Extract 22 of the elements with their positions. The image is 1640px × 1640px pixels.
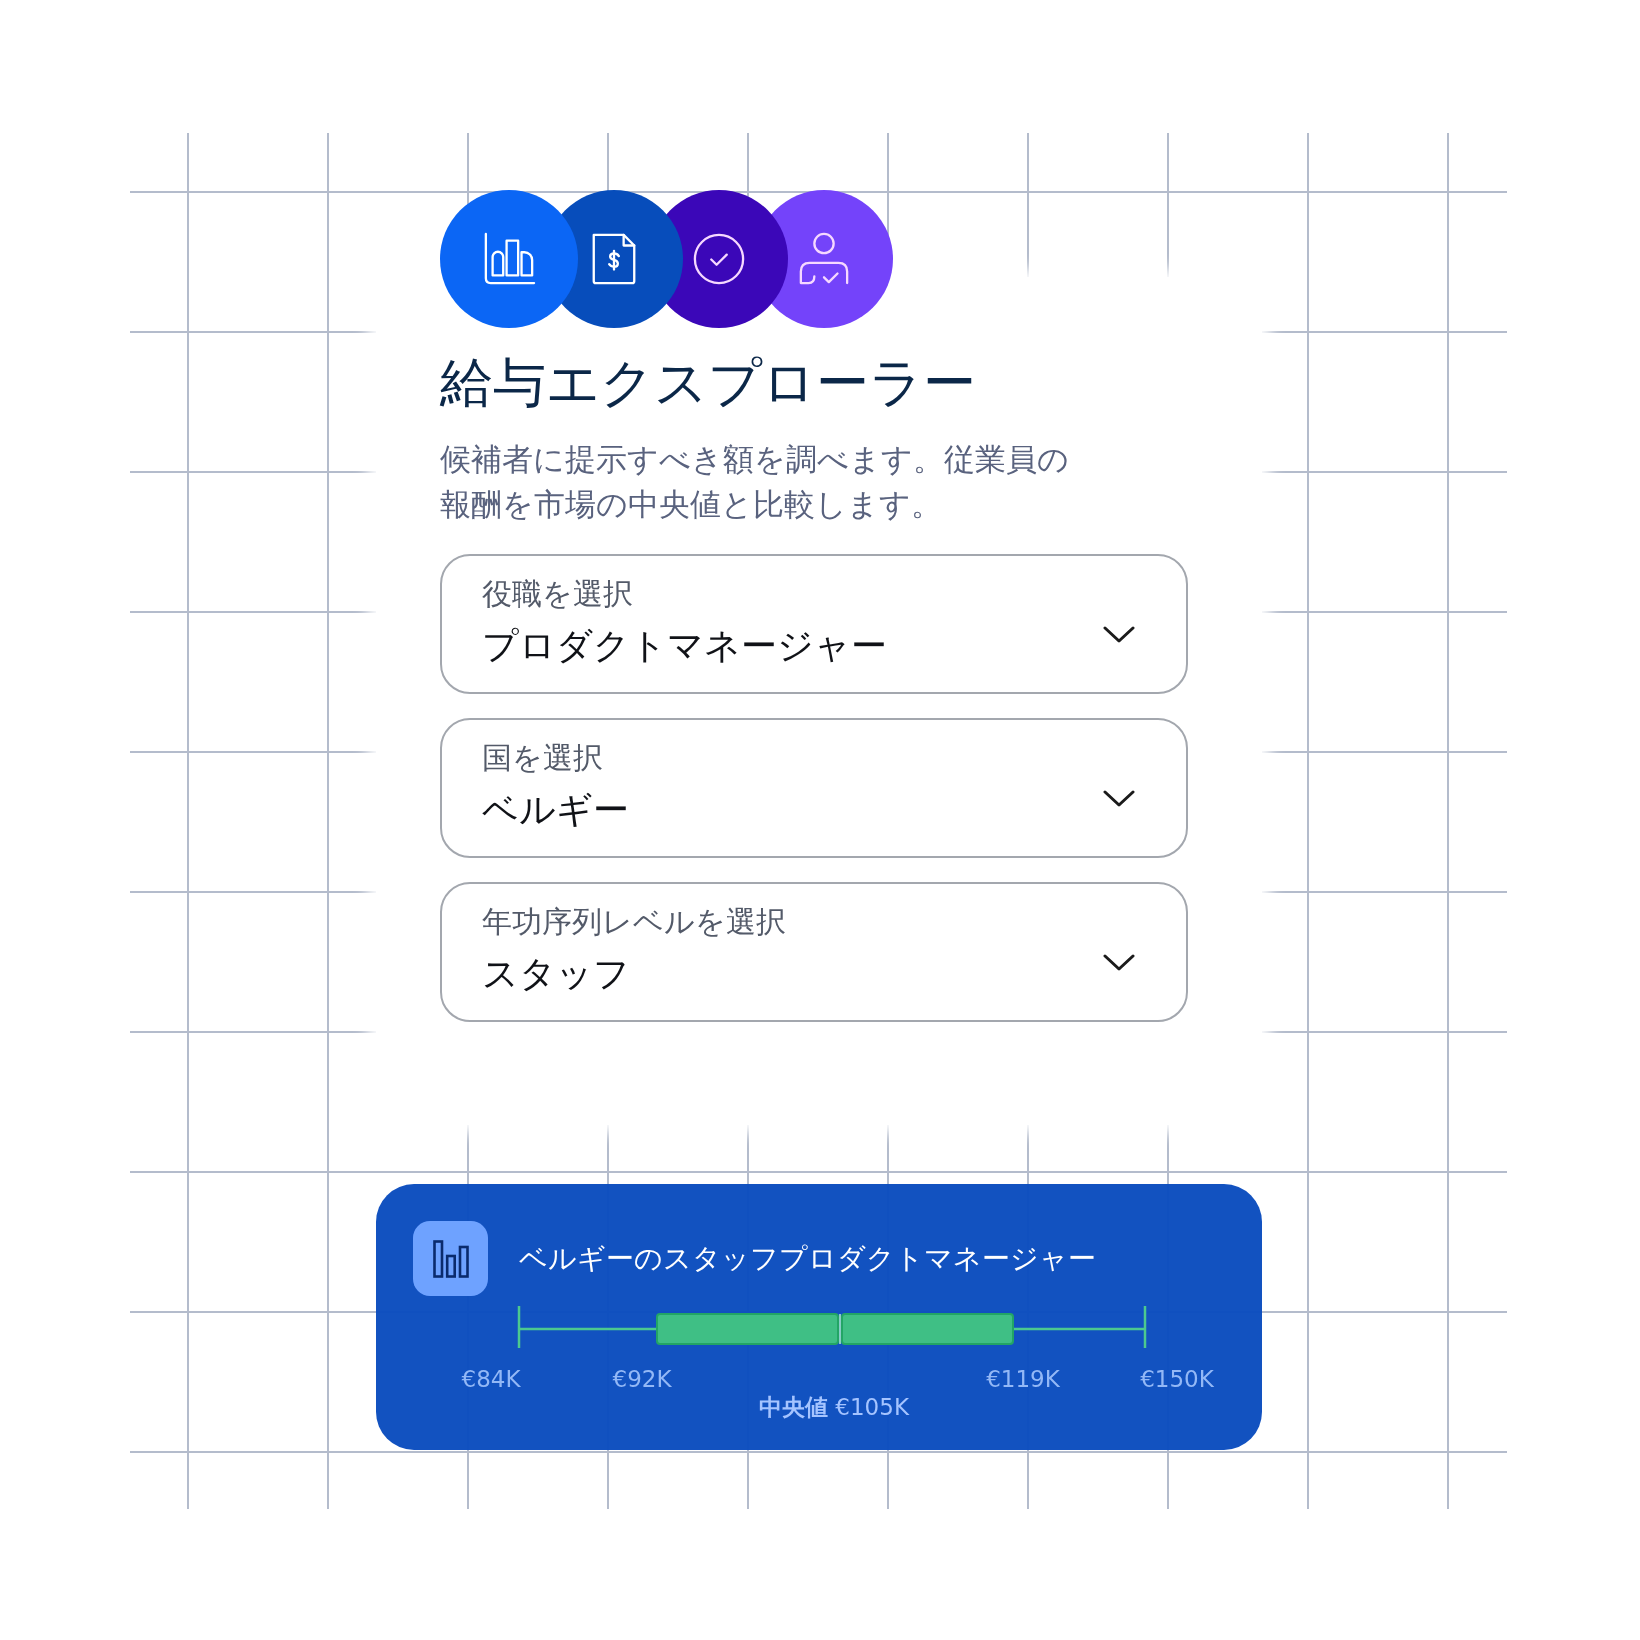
selected-value: ベルギー (482, 788, 629, 832)
selected-value: プロダクトマネージャー (482, 624, 887, 668)
field-label: 国を選択 (482, 740, 603, 776)
description-text: 候補者に提示すべき額を調べます。従業員の報酬を市場の中央値と比較します。 (440, 440, 1070, 524)
select-field[interactable]: 年功序列レベルを選択 スタッフ (440, 882, 1188, 1022)
select-field[interactable]: 国を選択 ベルギー (440, 718, 1188, 858)
page-title: 給与エクスプローラー (440, 352, 976, 414)
field-label: 年功序列レベルを選択 (482, 904, 786, 940)
range-label: €119K (986, 1365, 1060, 1393)
bar-chart-icon (413, 1221, 488, 1296)
chevron-down-icon (1103, 625, 1135, 643)
median-line (839, 1313, 841, 1345)
field-label: 役職を選択 (482, 576, 633, 612)
range-label: €84K (461, 1365, 521, 1393)
range-label: €92K (612, 1365, 672, 1393)
chevron-down-icon (1103, 953, 1135, 971)
result-title: ベルギーのスタッフプロダクトマネージャー (519, 1241, 1096, 1276)
chevron-down-icon (1103, 789, 1135, 807)
select-field[interactable]: 役職を選択 プロダクトマネージャー (440, 554, 1188, 694)
median-label: 中央値 €105K (759, 1393, 909, 1421)
selected-value: スタッフ (482, 952, 630, 996)
range-label: €150K (1140, 1365, 1214, 1393)
